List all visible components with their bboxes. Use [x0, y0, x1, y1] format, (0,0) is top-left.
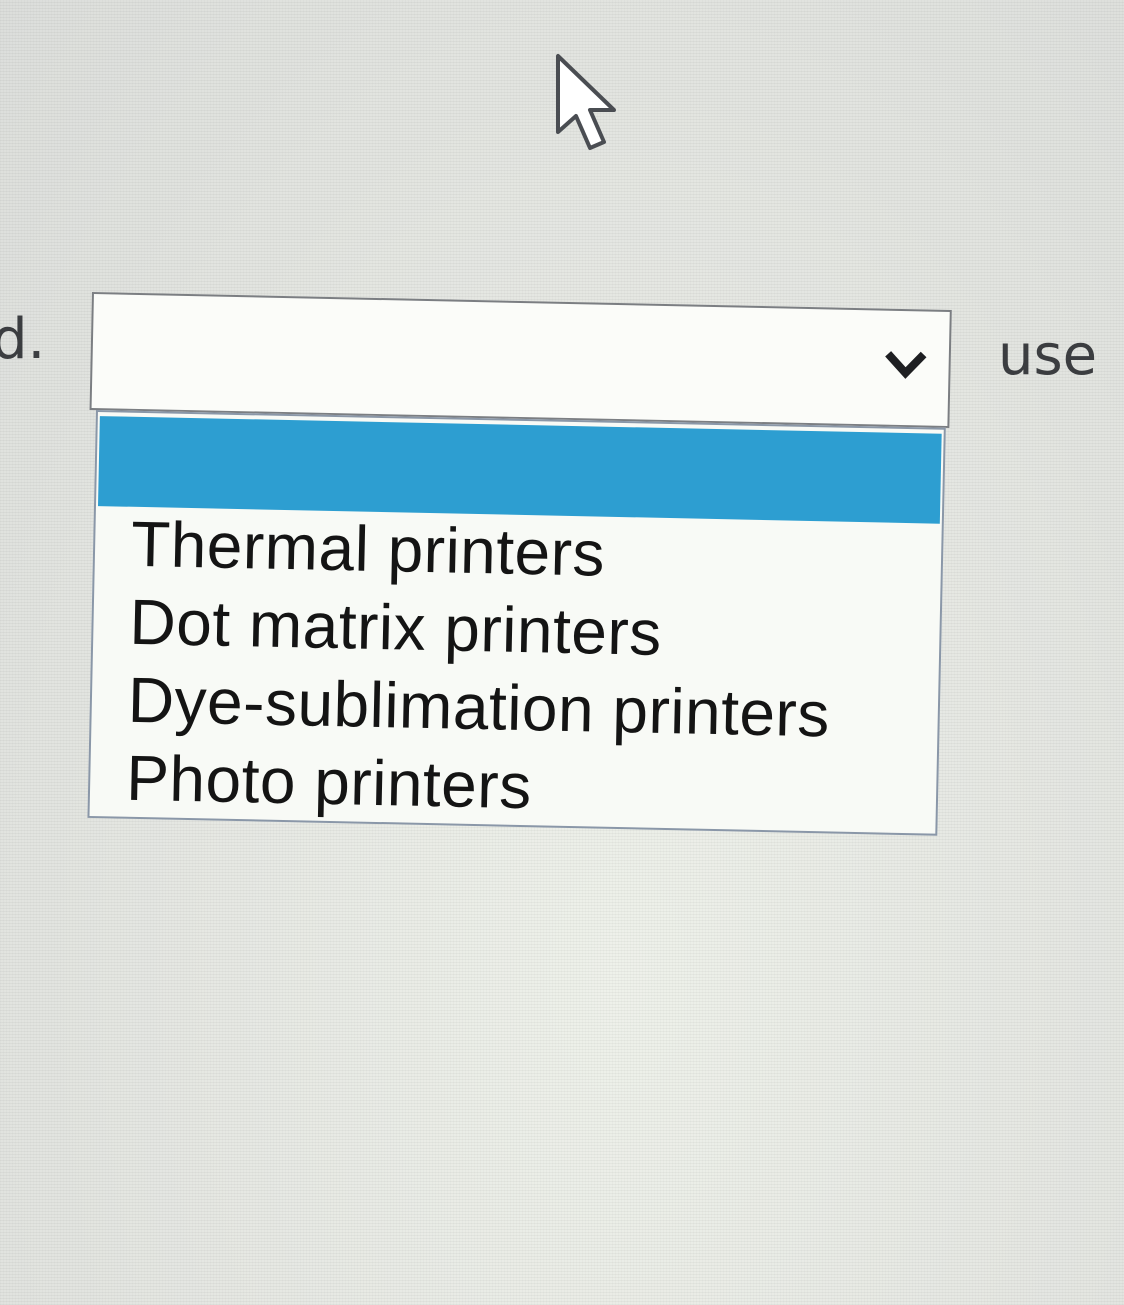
sentence-fragment-left: d.	[0, 307, 46, 372]
dropdown-list: Thermal printers Dot matrix printers Dye…	[87, 410, 946, 836]
answer-select[interactable]	[89, 292, 952, 428]
arrow-cursor-icon	[556, 54, 616, 150]
chevron-down-icon[interactable]	[884, 351, 927, 382]
sentence-fragment-right: use	[998, 323, 1098, 388]
